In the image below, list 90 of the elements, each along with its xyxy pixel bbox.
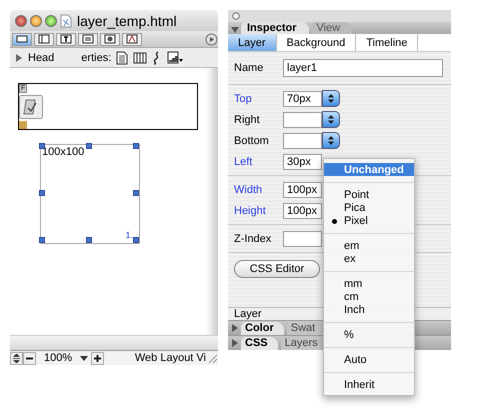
view-mode-tab[interactable]	[34, 32, 54, 46]
property-label: Left	[234, 156, 254, 168]
play-button-icon[interactable]	[205, 32, 218, 46]
menu-item[interactable]: Pixel	[324, 214, 414, 227]
bullet-icon	[332, 218, 337, 224]
plus-icon	[94, 354, 102, 362]
film-strip-icon[interactable]	[133, 52, 148, 64]
up-down-arrows-icon	[328, 115, 334, 124]
disclosure-triangle-icon[interactable]	[231, 26, 239, 34]
css-editor-button[interactable]: CSS Editor	[234, 260, 320, 278]
resize-handle[interactable]	[133, 143, 139, 149]
view-mode-tab[interactable]	[100, 32, 120, 46]
unit-stepper[interactable]	[322, 111, 340, 128]
unit-stepper[interactable]	[322, 132, 340, 149]
resize-handle[interactable]	[39, 237, 45, 243]
horizontal-scrollbar[interactable]	[10, 335, 218, 350]
view-mode-label: Web Layout Vi	[134, 352, 206, 364]
property-label: Height	[234, 204, 267, 216]
name-field[interactable]: layer1	[283, 59, 443, 77]
resize-grip-icon[interactable]	[206, 352, 218, 364]
zoom-in-button[interactable]	[91, 352, 104, 364]
resize-handle[interactable]	[39, 143, 45, 149]
resize-handle[interactable]	[39, 190, 45, 196]
menu-item[interactable]: mm	[324, 277, 414, 290]
document-icon	[60, 14, 72, 28]
page-icon[interactable]	[116, 50, 128, 64]
property-label: Z-Index	[234, 232, 272, 244]
value-field[interactable]: 70px	[283, 90, 322, 106]
zoom-dropdown[interactable]: 100%	[36, 352, 92, 364]
panel-tab[interactable]: Inspector	[241, 22, 309, 34]
menu-item[interactable]: em	[324, 239, 414, 252]
name-label: Name	[234, 62, 264, 74]
property-label: Right	[234, 114, 261, 126]
value-field[interactable]: 30px	[283, 154, 322, 170]
property-label: Top	[234, 92, 253, 104]
minimize-button[interactable]	[30, 14, 42, 26]
value-field[interactable]: 100px	[283, 202, 322, 218]
pdf-icon	[125, 34, 139, 44]
view-mode-tab[interactable]	[56, 32, 76, 46]
view-mode-tab[interactable]	[12, 32, 32, 46]
menu-item[interactable]: Unchanged	[324, 163, 414, 176]
zoom-out-button[interactable]	[23, 352, 36, 364]
zoom-button[interactable]	[45, 14, 57, 26]
layer-size-label: 100x100	[42, 146, 84, 158]
properties-label: erties:	[81, 52, 112, 64]
value-field[interactable]: 100px	[283, 182, 322, 198]
palette-tab[interactable]: Swat	[286, 322, 326, 334]
resize-handle[interactable]	[133, 190, 139, 196]
menu-item[interactable]: Auto	[324, 353, 414, 366]
section-tab[interactable]: Layer	[228, 34, 277, 51]
preview-icon	[103, 34, 117, 44]
layer-box[interactable]: 100x100 1.	[40, 144, 140, 244]
panel-tab[interactable]: View	[310, 22, 352, 34]
layout-view-icon	[15, 34, 29, 44]
value-field[interactable]	[283, 132, 322, 148]
menu-item[interactable]: Point	[324, 188, 414, 201]
resize-handle[interactable]	[86, 237, 92, 243]
resize-handle[interactable]	[86, 143, 92, 149]
menu-item[interactable]: Inherit	[324, 378, 414, 391]
value-field[interactable]	[283, 230, 322, 246]
source-view-icon	[81, 34, 95, 44]
script-scroll-icon	[19, 95, 43, 119]
menu-item[interactable]: ex	[324, 252, 414, 265]
caret-icon	[80, 356, 88, 360]
layer-index-label: 1.	[125, 230, 133, 240]
stairs-dropdown-icon[interactable]	[167, 51, 184, 64]
up-down-arrows-icon	[328, 136, 334, 145]
frame-view-icon	[37, 34, 51, 44]
property-label: Bottom	[234, 134, 270, 146]
layer-marker-icon	[19, 121, 27, 129]
resize-handle[interactable]	[133, 237, 139, 243]
disclosure-triangle-icon[interactable]	[15, 52, 23, 62]
up-down-arrows-icon	[328, 94, 334, 103]
close-button[interactable]	[15, 14, 27, 26]
view-mode-tab[interactable]	[78, 32, 98, 46]
minus-icon	[26, 354, 33, 362]
palette-tab[interactable]: Color	[241, 322, 284, 334]
view-mode-tab[interactable]	[122, 32, 142, 46]
unit-stepper[interactable]	[322, 90, 340, 107]
menu-item[interactable]: cm	[324, 290, 414, 303]
head-label: Head	[28, 52, 54, 64]
window-title: layer_temp.html	[77, 12, 177, 28]
property-label: Width	[234, 184, 264, 196]
split-arrows-icon	[12, 354, 21, 362]
split-button[interactable]	[10, 352, 23, 364]
text-view-icon	[59, 34, 73, 44]
value-field[interactable]	[283, 112, 322, 128]
menu-item[interactable]: Pica	[324, 201, 414, 214]
palette-tab[interactable]: CSS	[241, 336, 278, 350]
collapse-button-icon[interactable]	[232, 12, 240, 20]
